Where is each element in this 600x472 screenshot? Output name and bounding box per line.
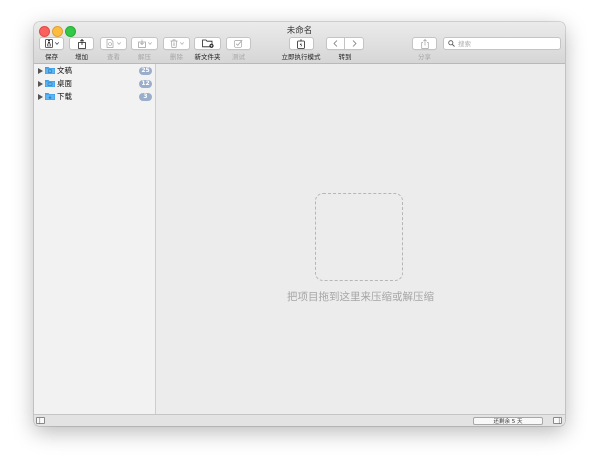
- test-toolbar-item[interactable]: 测试: [226, 37, 251, 61]
- share-button[interactable]: [412, 37, 437, 50]
- chevron-down-icon: [54, 42, 59, 45]
- view-toolbar-item[interactable]: 查看: [100, 37, 127, 61]
- view-button[interactable]: [100, 37, 127, 50]
- save-label: 保存: [45, 53, 58, 61]
- toggle-sidebar-button[interactable]: [36, 417, 45, 424]
- test-label: 测试: [232, 53, 245, 61]
- instant-mode-toolbar-item[interactable]: 立即执行模式: [281, 37, 321, 61]
- checkbox-icon: [234, 39, 243, 48]
- chevron-left-icon: [333, 40, 338, 47]
- back-button[interactable]: [326, 37, 345, 50]
- view-label: 查看: [107, 53, 120, 61]
- disclosure-triangle-icon[interactable]: [38, 67, 43, 74]
- navigation-segmented-control: [326, 37, 364, 50]
- item-count-badge: 12: [139, 79, 152, 88]
- add-label: 增加: [75, 53, 88, 61]
- delete-button[interactable]: [163, 37, 190, 50]
- new-folder-button[interactable]: [194, 37, 221, 50]
- quick-look-icon: [106, 39, 114, 48]
- archive-content-area[interactable]: 把项目拖到这里来压缩或解压缩: [156, 64, 565, 414]
- save-toolbar-item[interactable]: 保存: [39, 37, 64, 61]
- sidebar-toggle-icon: [39, 418, 41, 424]
- downloads-folder-icon: [45, 93, 55, 100]
- desktop-folder-icon: [45, 80, 55, 87]
- extract-icon: [137, 39, 146, 48]
- sidebar-item-downloads[interactable]: 下载 3: [34, 90, 155, 103]
- chevron-down-icon: [179, 42, 184, 45]
- chevron-down-icon: [147, 42, 152, 45]
- goto-label: 转到: [338, 53, 352, 61]
- chevron-down-icon: [117, 42, 121, 45]
- trash-icon: [170, 39, 177, 48]
- new-folder-label: 新文件夹: [194, 53, 221, 61]
- documents-folder-icon: [45, 67, 55, 74]
- item-count-badge: 3: [139, 92, 152, 101]
- title-bar: 未命名 保存 增加 查看 解压 删除 新文件夹 测试 立即执行模式 转到 分享 …: [34, 22, 565, 64]
- chevron-right-icon: [352, 40, 357, 47]
- archive-icon: [44, 39, 53, 48]
- instant-mode-label: 立即执行模式: [281, 53, 321, 61]
- forward-button[interactable]: [345, 37, 364, 50]
- sidebar-item-label: 文稿: [57, 66, 72, 75]
- trial-remaining-button[interactable]: 还剩余 5 天: [473, 417, 543, 425]
- share-label: 分享: [418, 53, 431, 61]
- search-icon: [448, 40, 455, 47]
- add-button[interactable]: [69, 37, 94, 50]
- test-button[interactable]: [226, 37, 251, 50]
- add-toolbar-item[interactable]: 增加: [69, 37, 94, 61]
- toolbar-search-input[interactable]: [458, 39, 558, 48]
- extract-label: 解压: [138, 53, 151, 61]
- archive-lightning-icon: [297, 38, 305, 49]
- new-folder-icon: [201, 39, 214, 48]
- sidebar: 文稿 25 桌面 12 下载 3: [34, 64, 156, 414]
- drop-target[interactable]: [315, 193, 403, 281]
- app-window: 未命名 保存 增加 查看 解压 删除 新文件夹 测试 立即执行模式 转到 分享 …: [34, 22, 565, 426]
- status-bar: 还剩余 5 天: [34, 414, 565, 426]
- extract-button[interactable]: [131, 37, 158, 50]
- new-folder-toolbar-item[interactable]: 新文件夹: [194, 37, 221, 61]
- info-panel-toggle-icon: [558, 418, 560, 424]
- item-count-badge: 25: [139, 66, 152, 75]
- sidebar-item-desktop[interactable]: 桌面 12: [34, 77, 155, 90]
- extract-toolbar-item[interactable]: 解压: [131, 37, 158, 61]
- share-icon: [420, 38, 429, 49]
- disclosure-triangle-icon[interactable]: [38, 93, 43, 100]
- sidebar-item-label: 桌面: [57, 79, 72, 88]
- window-title: 未命名: [286, 26, 313, 36]
- sidebar-item-label: 下载: [57, 92, 72, 101]
- delete-label: 删除: [170, 53, 183, 61]
- disclosure-triangle-icon[interactable]: [38, 80, 43, 87]
- toggle-info-panel-button[interactable]: [553, 417, 562, 424]
- sidebar-item-documents[interactable]: 文稿 25: [34, 64, 155, 77]
- save-button[interactable]: [39, 37, 64, 50]
- share-toolbar-item[interactable]: 分享: [412, 37, 437, 61]
- delete-toolbar-item[interactable]: 删除: [163, 37, 190, 61]
- add-file-icon: [77, 38, 86, 49]
- drop-hint-text: 把项目拖到这里来压缩或解压缩: [287, 291, 434, 303]
- goto-toolbar-item: 转到: [326, 37, 364, 61]
- instant-mode-button[interactable]: [288, 37, 314, 50]
- toolbar-search-field[interactable]: [443, 37, 561, 50]
